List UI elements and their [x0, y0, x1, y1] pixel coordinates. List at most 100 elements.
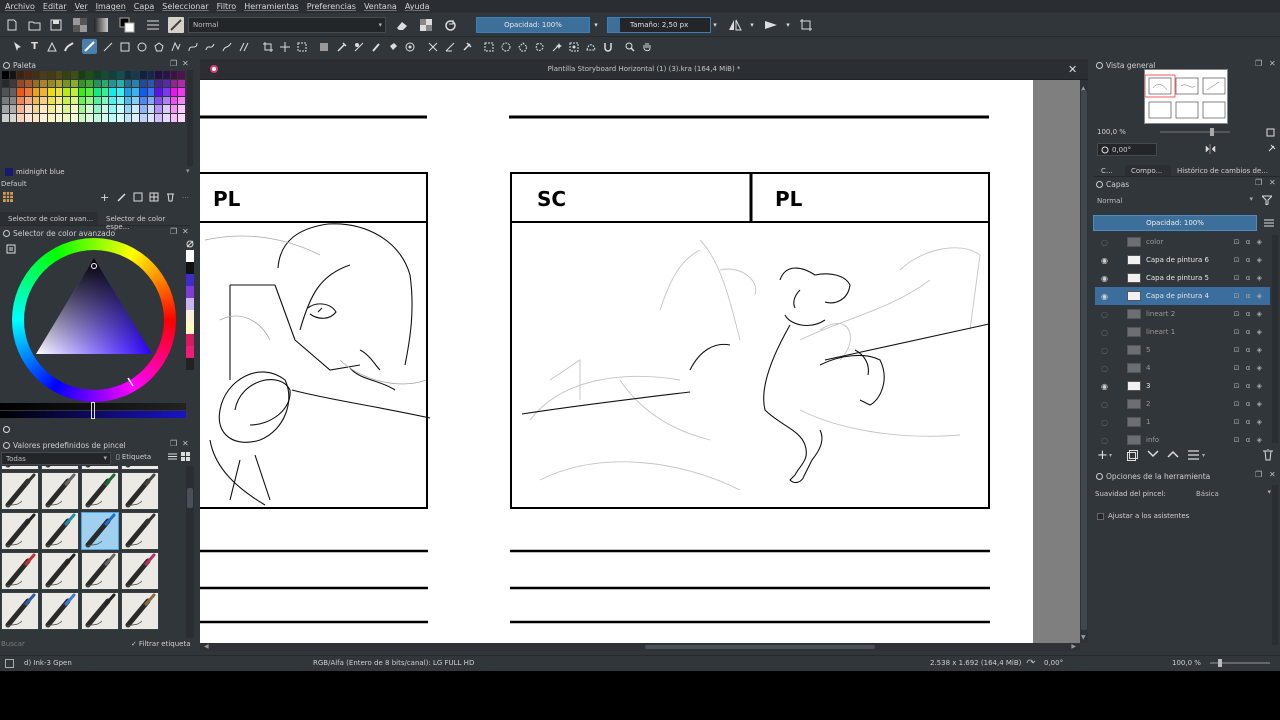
- color-triangle[interactable]: [12, 238, 176, 402]
- palette-swatch[interactable]: [155, 113, 163, 123]
- assistant-tool-icon[interactable]: [425, 39, 440, 54]
- palette-swatch[interactable]: [47, 88, 56, 97]
- reload-preset-icon[interactable]: [442, 17, 458, 33]
- measure-tool-icon[interactable]: [442, 39, 457, 54]
- palette-swatch[interactable]: [9, 79, 18, 89]
- edit-swatch-icon[interactable]: [117, 192, 127, 204]
- palette-swatch[interactable]: [40, 79, 48, 89]
- mirror-vertical-icon[interactable]: [763, 17, 779, 33]
- layer-lock-alpha-icon[interactable]: ⊡ α ◈: [1234, 418, 1264, 426]
- reset-color-icon[interactable]: [3, 426, 10, 435]
- palette-swatch[interactable]: [178, 88, 186, 97]
- palette-swatch[interactable]: [32, 79, 41, 89]
- add-swatch-icon[interactable]: +: [100, 191, 109, 204]
- palette-swatch[interactable]: [139, 71, 148, 80]
- tab-compositions[interactable]: Compo...: [1125, 165, 1171, 176]
- layer-lock-alpha-icon[interactable]: ⊡ α ◈: [1234, 346, 1264, 354]
- palette-swatch[interactable]: [2, 79, 10, 89]
- bezier-select-icon[interactable]: [583, 39, 598, 54]
- palette-swatch[interactable]: [63, 113, 71, 123]
- polygon-select-icon[interactable]: [515, 39, 530, 54]
- brush-grid-scrollbar[interactable]: [186, 466, 194, 638]
- layer-row[interactable]: ○ 5 ⊡ α ◈: [1095, 341, 1270, 359]
- palette-swatch[interactable]: [63, 105, 71, 114]
- menu-archivo[interactable]: Archivo: [5, 2, 35, 11]
- palette-swatch[interactable]: [170, 71, 179, 80]
- palette-swatch[interactable]: [86, 96, 94, 106]
- palette-swatch[interactable]: [17, 71, 25, 80]
- brush-search-input[interactable]: Buscar: [1, 640, 121, 648]
- palette-swatch[interactable]: [155, 79, 163, 89]
- palette-swatch[interactable]: [124, 105, 133, 114]
- line-tool-icon[interactable]: [100, 39, 115, 54]
- palette-swatch[interactable]: [109, 105, 117, 114]
- palette-swatch[interactable]: [124, 113, 133, 123]
- menu-imagen[interactable]: Imagen: [96, 2, 126, 11]
- rect-select-icon[interactable]: [481, 39, 496, 54]
- palette-swatch[interactable]: [78, 96, 87, 106]
- brush-preset-tile[interactable]: [1, 592, 39, 630]
- layer-lock-alpha-icon[interactable]: ⊡ α ◈: [1234, 436, 1264, 444]
- palette-swatch[interactable]: [78, 113, 87, 123]
- pan-tool-icon[interactable]: [639, 39, 654, 54]
- add-layer-icon[interactable]: +: [1097, 448, 1108, 463]
- palette-swatch[interactable]: [178, 96, 186, 106]
- palette-swatch[interactable]: [124, 88, 133, 97]
- transform-tool-icon[interactable]: [294, 39, 309, 54]
- chevron-down-icon[interactable]: ▾: [748, 17, 756, 33]
- delete-swatch-icon[interactable]: [166, 192, 175, 204]
- palette-swatch[interactable]: [139, 79, 148, 89]
- palette-swatch[interactable]: [24, 105, 33, 114]
- brush-view-icon[interactable]: [168, 452, 177, 463]
- menu-capa[interactable]: Capa: [134, 2, 154, 11]
- brush-preset-tile[interactable]: [1, 472, 39, 510]
- vertical-scrollbar-thumb[interactable]: [1081, 90, 1087, 630]
- blend-mode-select[interactable]: Normal ▾: [188, 17, 386, 33]
- brush-preset-tile[interactable]: [1, 552, 39, 590]
- palette-swatch[interactable]: [24, 71, 33, 80]
- palette-swatch[interactable]: [63, 79, 71, 89]
- palette-swatch[interactable]: [132, 113, 140, 123]
- ellipse-tool-icon[interactable]: [134, 39, 149, 54]
- colorize-mask-icon[interactable]: [351, 39, 366, 54]
- calligraphy-icon[interactable]: [61, 39, 76, 54]
- freehand-select-icon[interactable]: [532, 39, 547, 54]
- palette-swatch[interactable]: [147, 105, 156, 114]
- new-document-icon[interactable]: [4, 17, 20, 33]
- crop-tool-icon[interactable]: [260, 39, 275, 54]
- tool-options-scrollbar[interactable]: [1272, 485, 1278, 645]
- status-rotation[interactable]: 0,00°: [1044, 659, 1063, 667]
- palette-swatch[interactable]: [24, 113, 33, 123]
- layer-row[interactable]: ◉ Capa de pintura 6 ⊡ α ◈: [1095, 251, 1270, 269]
- delete-layer-icon[interactable]: [1263, 448, 1273, 463]
- close-docker-icon[interactable]: ✕: [182, 59, 189, 68]
- layer-row[interactable]: ◉ Capa de pintura 5 ⊡ α ◈: [1095, 269, 1270, 287]
- brush-preset-tile[interactable]: [81, 512, 119, 550]
- layer-filter-icon[interactable]: [1260, 195, 1274, 207]
- brush-preset-tile[interactable]: [121, 512, 159, 550]
- palette-swatch[interactable]: [17, 113, 25, 123]
- palette-swatch[interactable]: [70, 96, 79, 106]
- polyline-tool-icon[interactable]: [168, 39, 183, 54]
- palette-swatch[interactable]: [40, 88, 48, 97]
- eye-icon[interactable]: ◉: [1101, 256, 1111, 265]
- palette-swatch[interactable]: [2, 105, 10, 114]
- palette-swatch[interactable]: [178, 105, 186, 114]
- palette-swatch[interactable]: [124, 79, 133, 89]
- palette-swatch[interactable]: [55, 105, 64, 114]
- palette-swatch[interactable]: [9, 88, 18, 97]
- palette-swatch[interactable]: [2, 71, 10, 80]
- palette-swatch[interactable]: [70, 105, 79, 114]
- palette-swatch[interactable]: [86, 79, 94, 89]
- select-shapes-icon[interactable]: [10, 39, 25, 54]
- palette-swatch[interactable]: [116, 96, 125, 106]
- status-zoom-slider[interactable]: [1210, 659, 1270, 667]
- overview-zoom-slider[interactable]: [1160, 128, 1230, 136]
- preserve-alpha-icon[interactable]: [418, 17, 434, 33]
- polygon-tool-icon[interactable]: [151, 39, 166, 54]
- palette-swatch[interactable]: [162, 71, 171, 80]
- close-docker-icon[interactable]: ✕: [1269, 59, 1276, 68]
- multibrush-icon[interactable]: [236, 39, 251, 54]
- brush-preset-tile[interactable]: [121, 592, 159, 630]
- palette-swatch[interactable]: [78, 79, 87, 89]
